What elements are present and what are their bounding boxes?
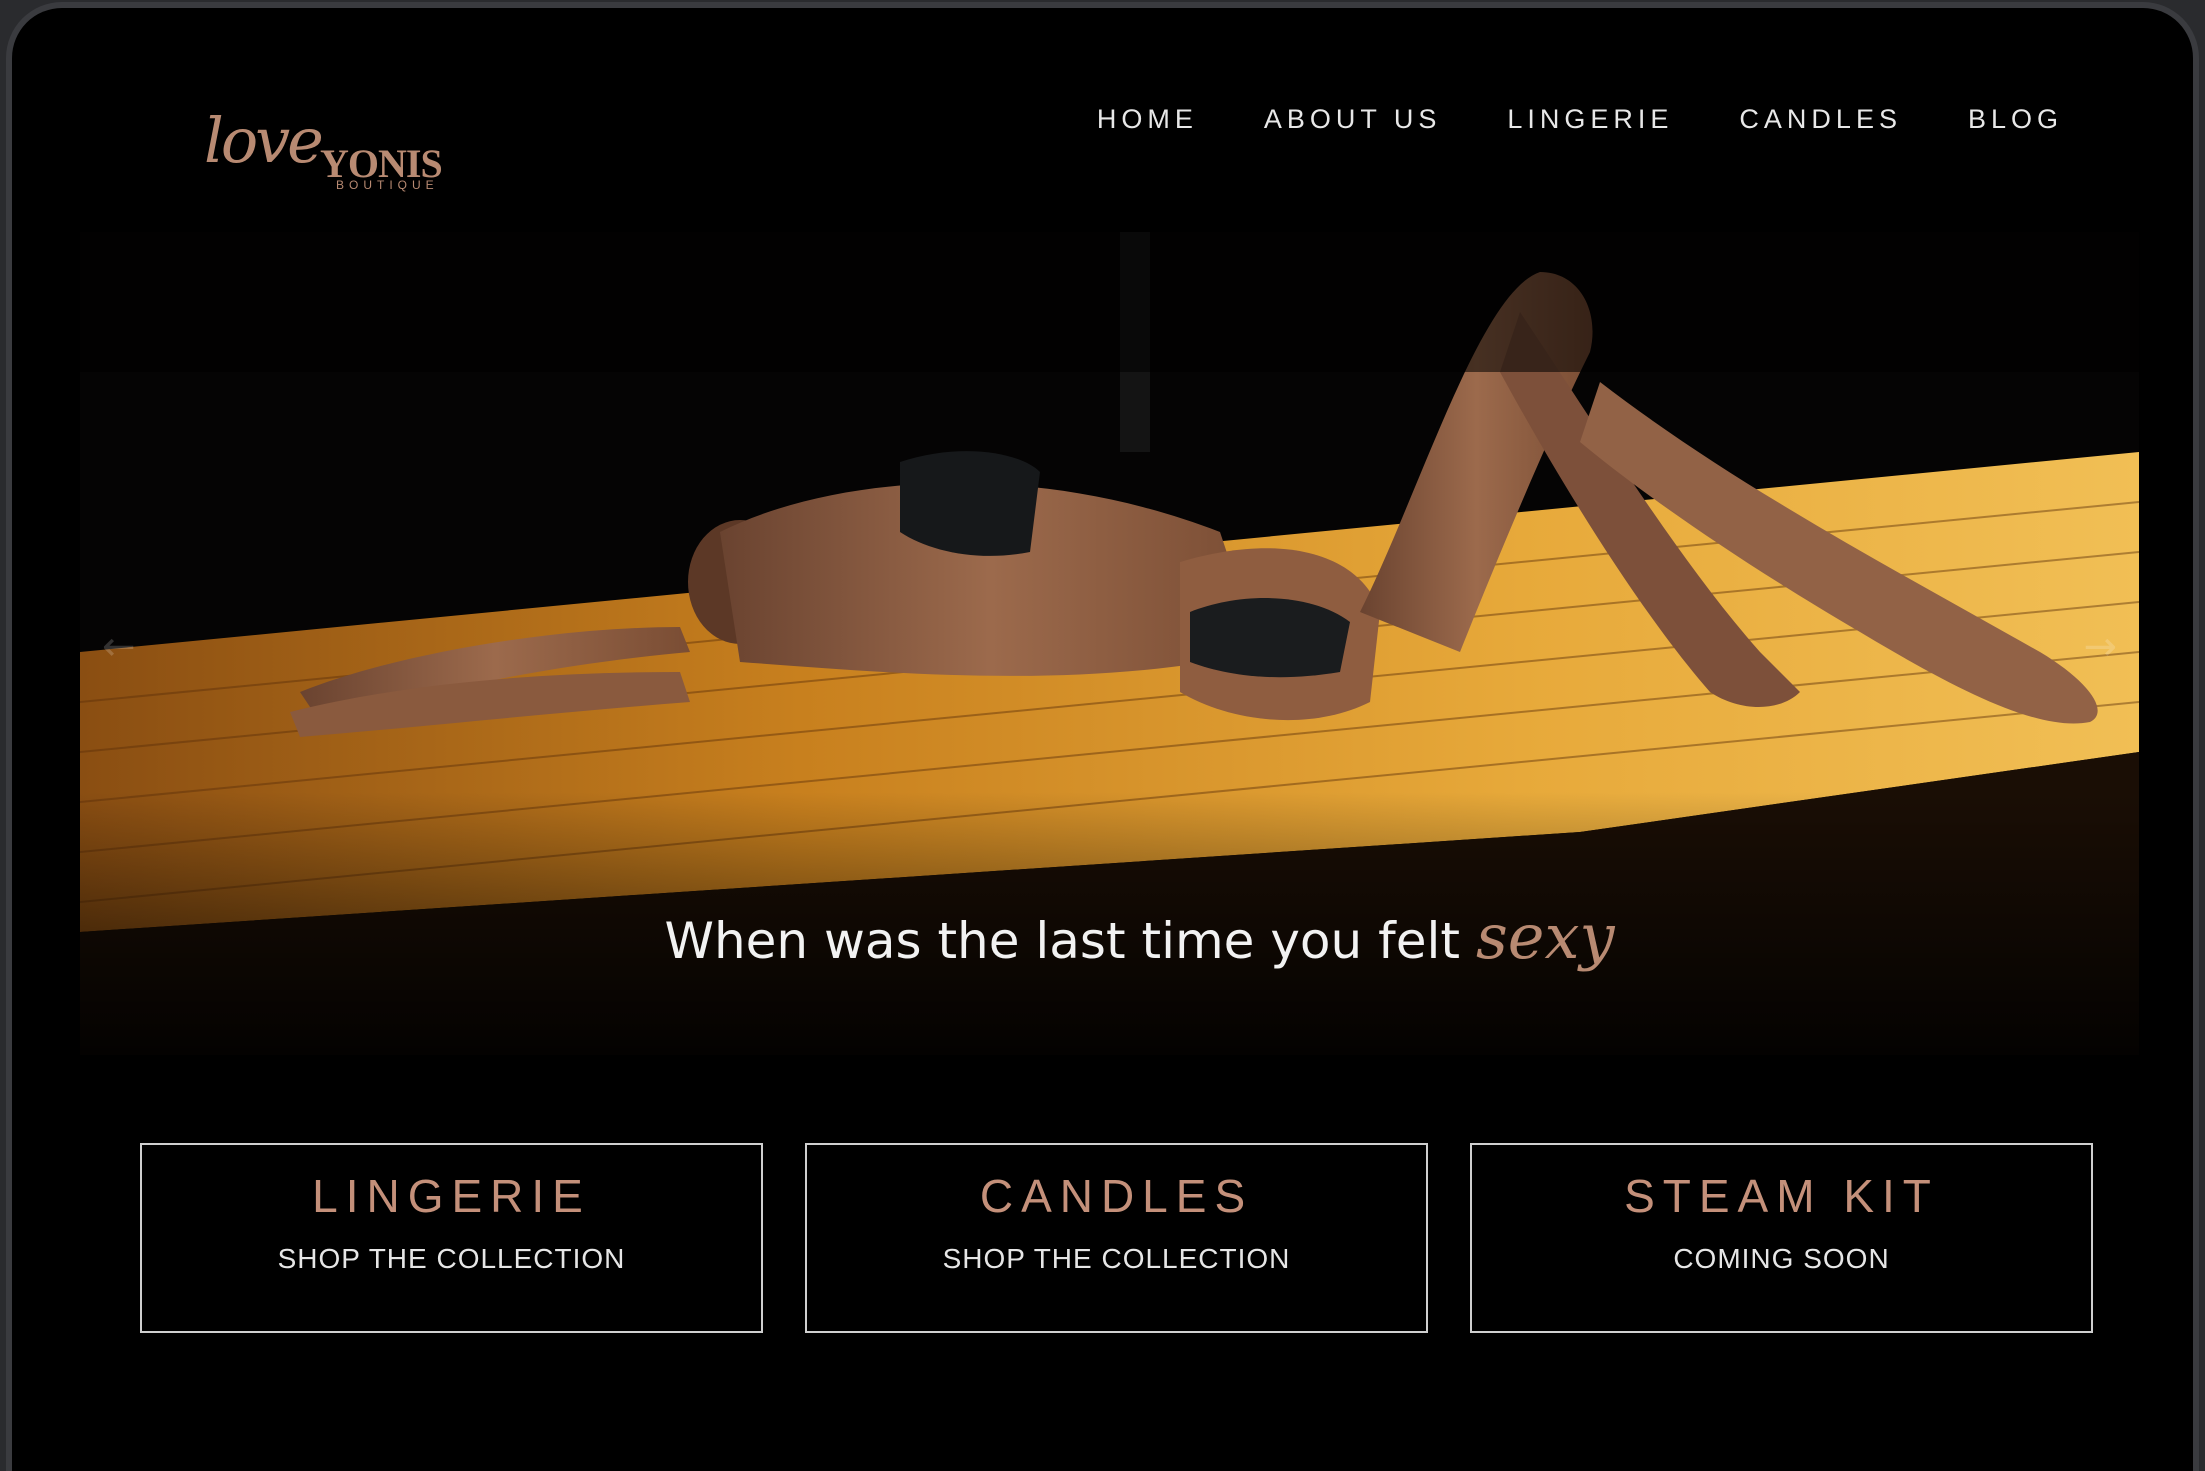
- card-lingerie[interactable]: LINGERIE SHOP THE COLLECTION: [140, 1143, 763, 1333]
- hero-caption-text: When was the last time you felt: [664, 912, 1460, 970]
- main-nav: HOME ABOUT US LINGERIE CANDLES BLOG: [1031, 104, 2063, 135]
- nav-about-us[interactable]: ABOUT US: [1264, 104, 1442, 135]
- hero-caption-script: sexy: [1475, 900, 1615, 973]
- logo-sub-text: BOUTIQUE: [336, 178, 439, 192]
- card-title: LINGERIE: [312, 1170, 591, 1222]
- arrow-right-icon[interactable]: →: [2083, 624, 2117, 670]
- card-subtitle: SHOP THE COLLECTION: [942, 1243, 1291, 1274]
- card-subtitle: COMING SOON: [1673, 1243, 1890, 1274]
- card-title: STEAM KIT: [1624, 1170, 1939, 1222]
- card-subtitle: SHOP THE COLLECTION: [277, 1243, 626, 1274]
- arrow-left-icon[interactable]: ←: [102, 624, 136, 670]
- logo-script-text: love: [204, 104, 324, 177]
- card-candles[interactable]: CANDLES SHOP THE COLLECTION: [805, 1143, 1428, 1333]
- nav-blog[interactable]: BLOG: [1968, 104, 2063, 135]
- nav-home[interactable]: HOME: [1097, 104, 1198, 135]
- hero-slider: ← → When was the last time you felt sexy: [80, 232, 2139, 1055]
- browser-frame: love YONIS BOUTIQUE HOME ABOUT US LINGER…: [6, 2, 2199, 1471]
- card-steam-kit[interactable]: STEAM KIT COMING SOON: [1470, 1143, 2093, 1333]
- hero-caption: When was the last time you felt sexy: [80, 900, 2139, 973]
- nav-lingerie[interactable]: LINGERIE: [1507, 104, 1673, 135]
- nav-candles[interactable]: CANDLES: [1739, 104, 1902, 135]
- brand-logo[interactable]: love YONIS BOUTIQUE: [204, 106, 444, 196]
- card-title: CANDLES: [979, 1170, 1254, 1222]
